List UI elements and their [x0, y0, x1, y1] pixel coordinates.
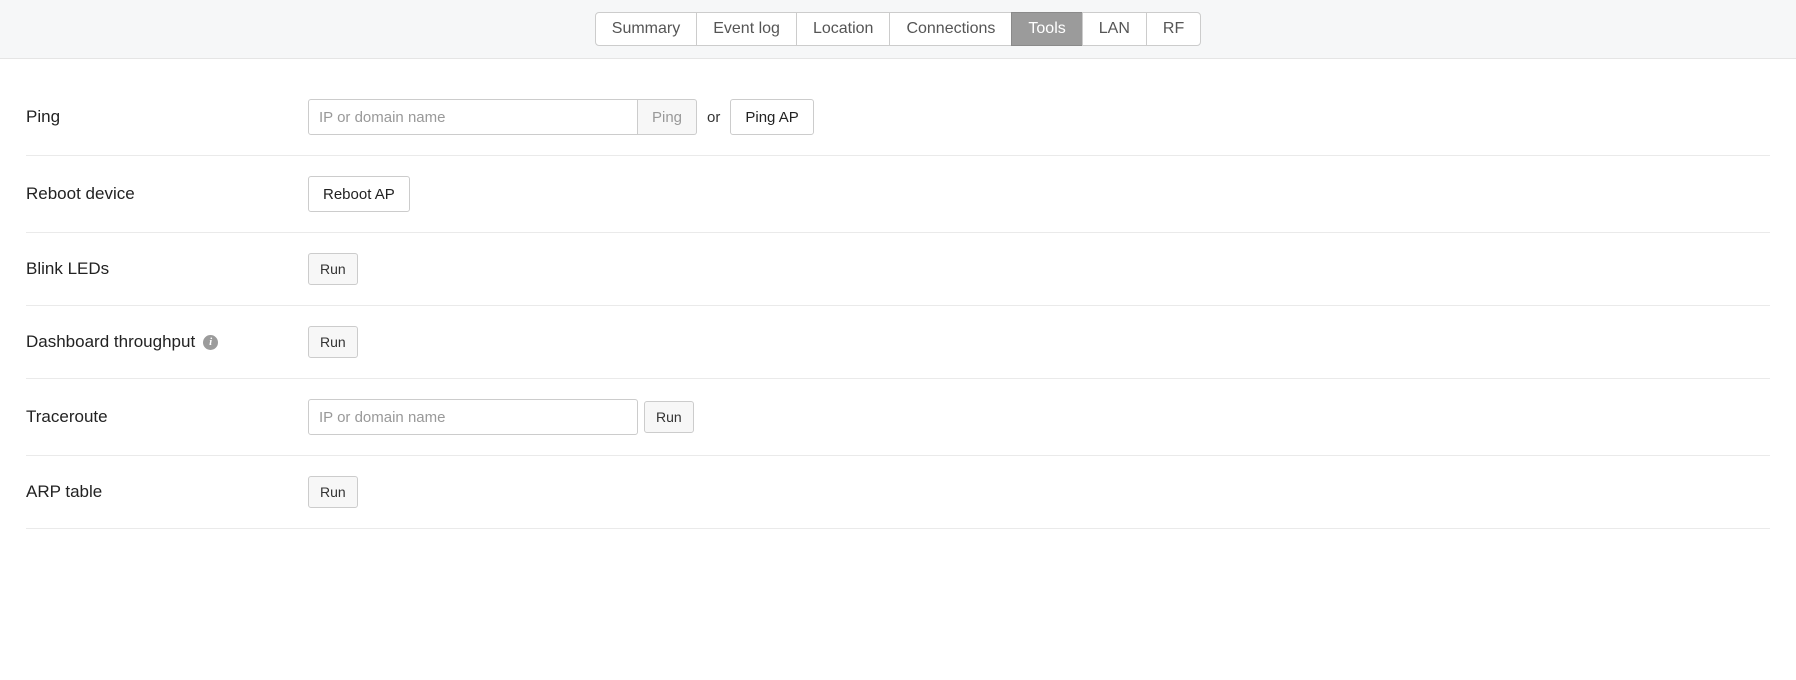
ping-input[interactable]	[308, 99, 638, 135]
controls-arp: Run	[308, 476, 358, 508]
tab-tools[interactable]: Tools	[1011, 12, 1082, 46]
controls-throughput: Run	[308, 326, 358, 358]
arp-run-button[interactable]: Run	[308, 476, 358, 508]
tab-rf[interactable]: RF	[1146, 12, 1201, 46]
info-icon[interactable]: i	[203, 335, 218, 350]
label-blink: Blink LEDs	[26, 259, 308, 279]
blink-run-button[interactable]: Run	[308, 253, 358, 285]
controls-ping: Ping or Ping AP	[308, 99, 814, 135]
throughput-run-button[interactable]: Run	[308, 326, 358, 358]
reboot-ap-button[interactable]: Reboot AP	[308, 176, 410, 212]
label-ping: Ping	[26, 107, 308, 127]
tab-group: Summary Event log Location Connections T…	[595, 12, 1201, 46]
label-reboot: Reboot device	[26, 184, 308, 204]
tab-summary[interactable]: Summary	[595, 12, 697, 46]
controls-traceroute: Run	[308, 399, 694, 435]
tools-content: Ping Ping or Ping AP Reboot device Reboo…	[0, 59, 1796, 539]
ping-button[interactable]: Ping	[638, 99, 697, 135]
row-blink: Blink LEDs Run	[26, 233, 1770, 306]
row-throughput: Dashboard throughput i Run	[26, 306, 1770, 379]
top-bar: Summary Event log Location Connections T…	[0, 0, 1796, 59]
label-arp: ARP table	[26, 482, 308, 502]
ping-or-text: or	[707, 109, 720, 126]
label-throughput-text: Dashboard throughput	[26, 332, 195, 352]
row-arp: ARP table Run	[26, 456, 1770, 529]
row-traceroute: Traceroute Run	[26, 379, 1770, 456]
controls-blink: Run	[308, 253, 358, 285]
label-throughput: Dashboard throughput i	[26, 332, 308, 352]
tab-event-log[interactable]: Event log	[696, 12, 797, 46]
row-ping: Ping Ping or Ping AP	[26, 89, 1770, 156]
traceroute-run-button[interactable]: Run	[644, 401, 694, 433]
tab-location[interactable]: Location	[796, 12, 891, 46]
traceroute-input[interactable]	[308, 399, 638, 435]
ping-ap-button[interactable]: Ping AP	[730, 99, 813, 135]
tab-lan[interactable]: LAN	[1082, 12, 1147, 46]
tab-connections[interactable]: Connections	[889, 12, 1012, 46]
row-reboot: Reboot device Reboot AP	[26, 156, 1770, 233]
label-traceroute: Traceroute	[26, 407, 308, 427]
controls-reboot: Reboot AP	[308, 176, 410, 212]
